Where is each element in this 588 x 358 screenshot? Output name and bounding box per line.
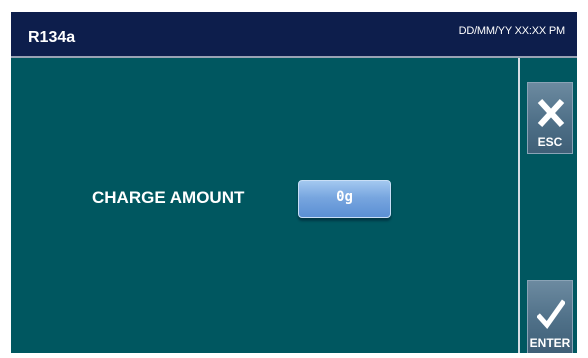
charge-amount-value: 0g xyxy=(336,189,353,205)
charge-amount-button[interactable]: 0g xyxy=(298,180,391,218)
close-icon xyxy=(537,98,565,128)
screen-frame: R134a DD/MM/YY XX:XX PM ESC ENTER CHARGE… xyxy=(11,12,577,353)
side-panel-divider xyxy=(518,58,520,353)
esc-label: ESC xyxy=(537,135,563,149)
title-bar: R134a DD/MM/YY XX:XX PM xyxy=(11,12,577,56)
charge-amount-label: CHARGE AMOUNT xyxy=(92,188,245,207)
checkmark-icon xyxy=(537,299,565,329)
datetime-display: DD/MM/YY XX:XX PM xyxy=(458,25,566,37)
enter-label: ENTER xyxy=(529,336,571,350)
header-divider xyxy=(11,56,577,58)
page-title: R134a xyxy=(28,29,76,46)
esc-button[interactable]: ESC xyxy=(527,82,573,154)
enter-button[interactable]: ENTER xyxy=(527,280,573,353)
